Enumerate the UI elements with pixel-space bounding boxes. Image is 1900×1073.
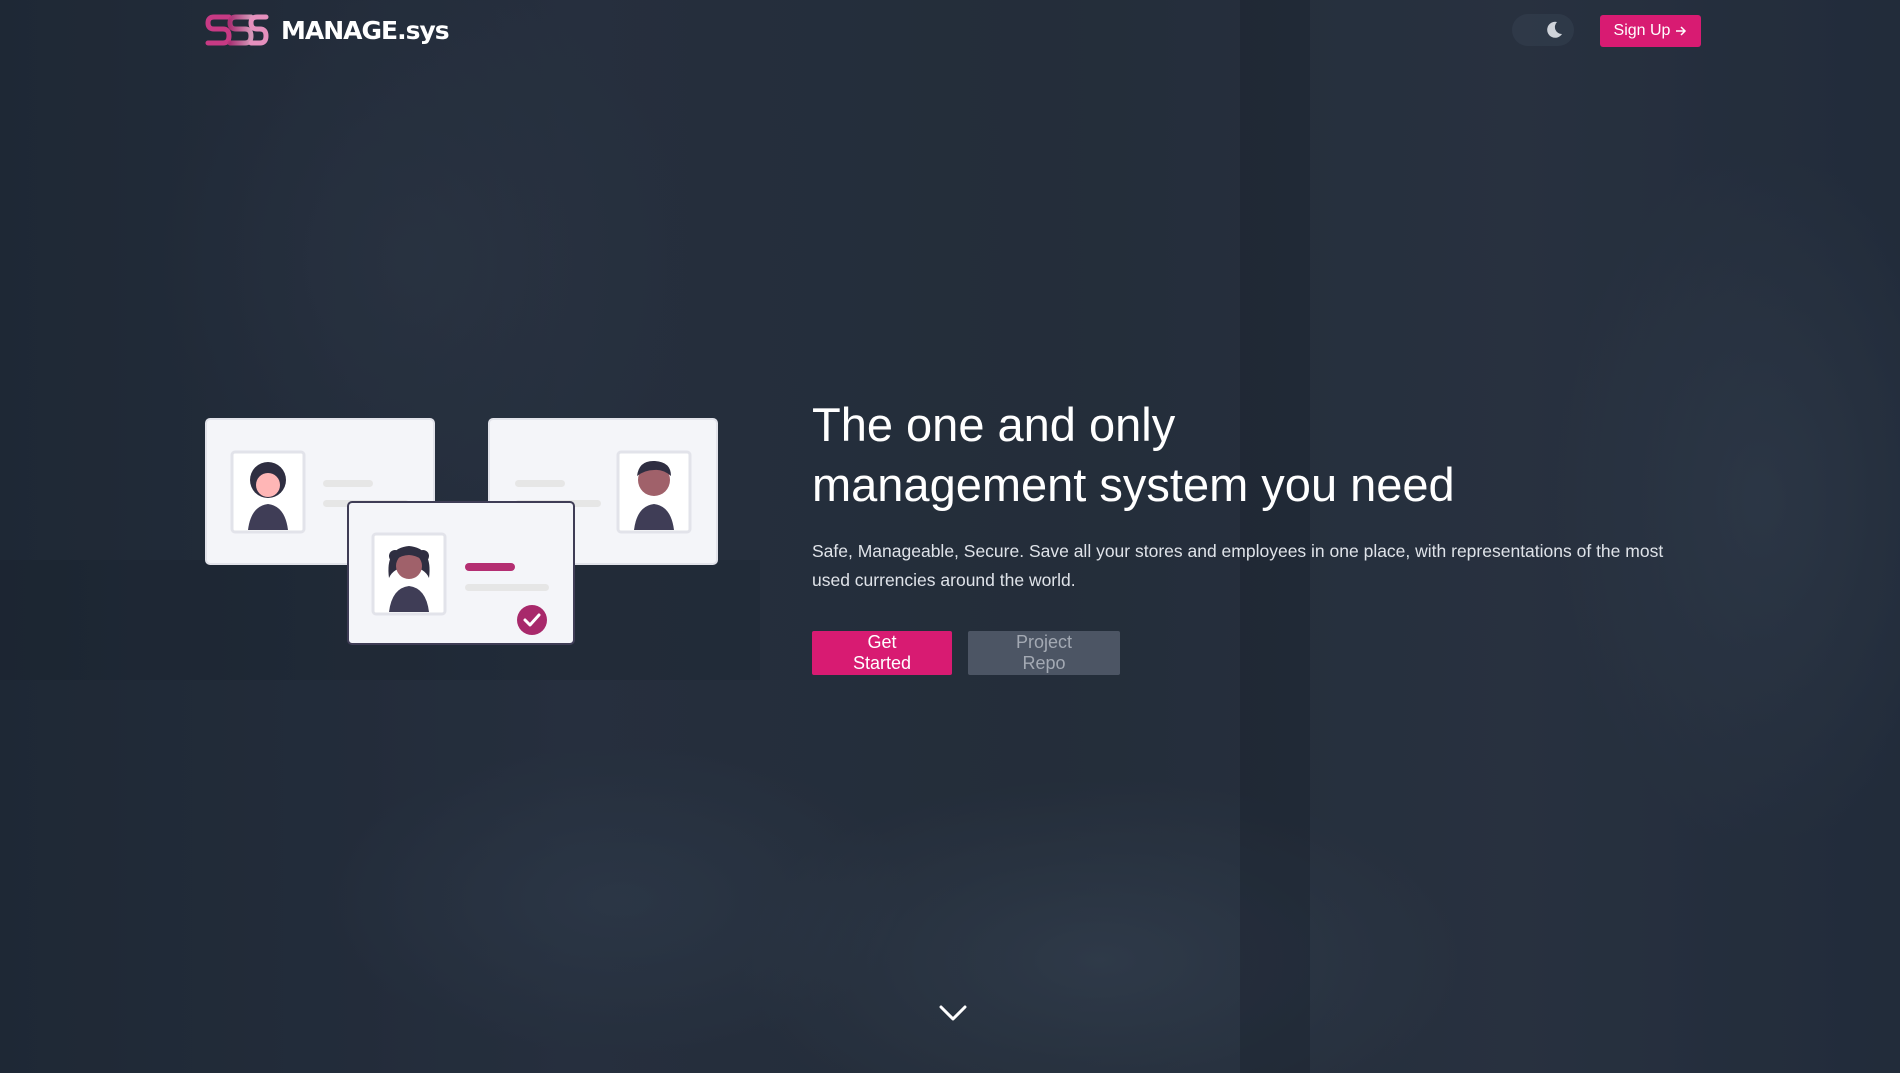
get-started-button[interactable]: Get Started (812, 631, 952, 675)
top-navbar: MANAGE.sys Sign Up (0, 0, 1900, 62)
theme-toggle[interactable] (1512, 14, 1574, 46)
hero-title-line-1: The one and only (812, 398, 1176, 451)
hero-title-line-2: management system you need (812, 458, 1455, 511)
logo-text: MANAGE.sys (281, 15, 450, 45)
hero-description: Safe, Manageable, Secure. Save all your … (812, 541, 1664, 590)
id-card-center (347, 501, 575, 645)
moon-icon (1547, 21, 1562, 38)
id-cards-illustration (205, 418, 718, 645)
hero-title: The one and only management system you n… (812, 395, 1712, 515)
logo-icon (205, 14, 269, 46)
logo[interactable]: MANAGE.sys (205, 12, 450, 48)
sign-up-button[interactable]: Sign Up (1600, 15, 1701, 47)
arrow-right-icon (1676, 26, 1687, 36)
hero-section: The one and only management system you n… (812, 395, 1712, 675)
hero-actions: Get Started Project Repo (812, 631, 1712, 675)
sign-up-label: Sign Up (1613, 22, 1671, 39)
scroll-down-button[interactable] (937, 998, 969, 1028)
chevron-down-icon (939, 1005, 967, 1021)
project-repo-button[interactable]: Project Repo (968, 631, 1120, 675)
